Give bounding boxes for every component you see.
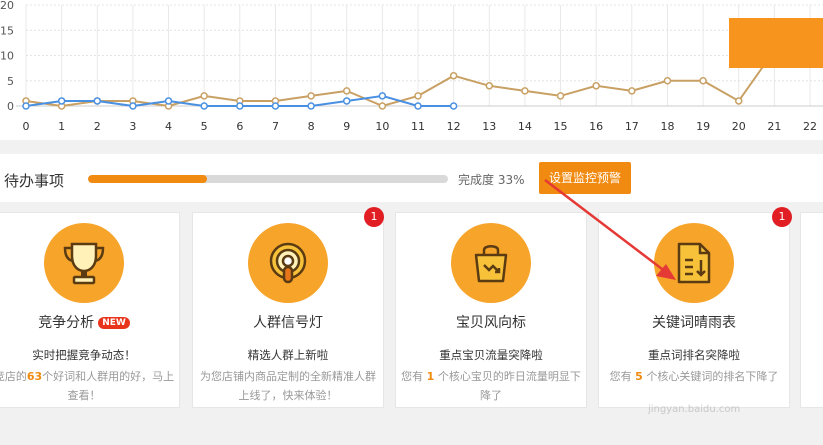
x-tick-label: 10 [375,120,389,133]
notification-count-badge: 1 [772,207,792,227]
card-competition-analysis[interactable]: 竞争分析NEW 实时把握竞争动态！ 竞店的63个好词和人群用的好，马上查看！ [0,212,180,408]
set-monitor-alert-button[interactable]: 设置监控预警 [539,162,631,194]
x-tick-label: 9 [343,120,350,133]
card-audience-signal[interactable]: 人群信号灯 精选人群上新啦 为您店铺内商品定制的全新精准人群上线了，快来体验！ … [192,207,384,408]
todo-title: 待办事项 [4,172,65,190]
x-tick-label: 22 [803,120,817,133]
x-tick-label: 15 [554,120,568,133]
x-tick-label: 2 [94,120,101,133]
x-tick-label: 11 [411,120,425,133]
card-title: 宝贝风向标 [456,315,526,331]
card-description: 竞店的63个好词和人群用的好，马上查看！ [0,370,175,402]
watermark: jingyan.baidu.com [648,404,741,415]
todo-progress-bar [88,175,448,183]
x-tick-label: 20 [732,120,746,133]
card-subtitle: 精选人群上新啦 [247,348,329,362]
data-point [699,77,707,85]
card-keyword-barometer[interactable]: 关键词晴雨表 重点词排名突降啦 您有 5 个核心关键词的排名下降了 1 [598,207,792,408]
y-tick-label: 20 [0,0,14,12]
x-tick-label: 21 [767,120,781,133]
data-point [663,77,672,85]
new-badge: NEW [98,317,130,329]
data-point [22,102,30,110]
data-point [129,102,137,110]
data-point [307,92,315,100]
data-point [378,92,387,100]
todo-progress-fill [88,175,207,183]
x-tick-label: 1 [58,120,65,133]
chart-svg: 051015200 1 2 3 4 5 6 7 8 9 10 11 12 13 14 15 16 17 18 19 20… [0,0,823,133]
data-point [521,87,529,95]
x-tick-label: 19 [696,120,710,133]
bag-trend-icon [451,223,531,303]
x-tick-label: 7 [272,120,279,133]
notification-count-badge: 1 [364,207,384,227]
orange-overlay-panel [729,18,823,68]
data-point [200,102,208,110]
x-tick-label: 17 [625,120,639,133]
data-point [414,102,422,110]
data-point [449,71,458,80]
data-point [342,87,351,95]
card-subtitle: 重点宝贝流量突降啦 [439,348,543,362]
document-sort-icon [654,223,734,303]
data-point [200,92,208,100]
series-line [25,49,776,108]
x-tick-label: 14 [518,120,532,133]
signal-light-icon [248,223,328,303]
data-point [556,92,565,100]
todo-bar: 待办事项 完成度 33% 设置监控预警 [0,154,823,202]
x-tick-label: 16 [589,120,603,133]
data-point [342,97,351,105]
y-tick-label: 5 [7,75,14,88]
x-tick-label: 8 [308,120,315,133]
data-point [734,97,743,105]
card-description: 您有 5 个核心关键词的排名下降了 [609,370,779,383]
data-point [414,92,422,100]
trophy-icon [44,223,124,303]
data-point [628,87,636,95]
card-item-trend[interactable]: 宝贝风向标 重点宝贝流量突降啦 您有 1 个核心宝贝的昨日流量明显下降了 [395,212,587,408]
x-tick-label: 5 [201,120,208,133]
data-point [57,97,66,105]
y-tick-label: 0 [7,100,14,113]
x-tick-label: 18 [660,120,674,133]
x-tick-label: 12 [447,120,461,133]
todo-progress-label: 完成度 33% [458,173,525,187]
card-partial[interactable] [800,212,823,408]
data-point [592,82,600,90]
line-chart: 0 5 10 15 20 0 1 2 3 4 5 6 7 8 9 10 11 12 13 14 15 16 17 18 19 20… [0,0,823,140]
y-tick-label: 10 [0,50,14,63]
data-point [93,97,102,105]
card-subtitle: 实时把握竞争动态！ [32,348,136,362]
section-divider [0,140,823,154]
card-subtitle: 重点词排名突降啦 [648,348,740,362]
card-description: 您有 1 个核心宝贝的昨日流量明显下降了 [401,370,581,402]
data-point [485,82,494,90]
data-point [271,102,280,110]
data-point [236,102,244,110]
card-description: 为您店铺内商品定制的全新精准人群上线了，快来体验！ [200,370,376,402]
data-point [164,97,173,105]
data-point [449,102,458,110]
x-tick-label: 4 [165,120,172,133]
x-tick-label: 0 [23,120,30,133]
card-title: 关键词晴雨表 [652,315,736,331]
card-title: 人群信号灯 [253,315,323,331]
y-tick-label: 15 [0,24,14,37]
card-title: 竞争分析 NEW [0,312,179,332]
x-tick-label: 6 [236,120,243,133]
data-point [378,102,387,110]
data-point [307,102,315,110]
x-tick-label: 13 [482,120,496,133]
x-tick-label: 3 [129,120,136,133]
